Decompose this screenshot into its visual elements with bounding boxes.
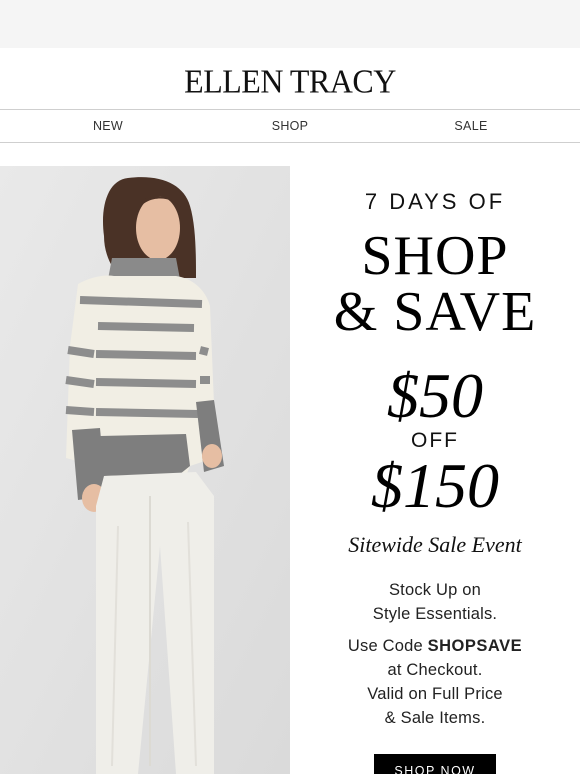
nav-bar: NEW SHOP SALE: [0, 110, 580, 143]
nav-item-new[interactable]: NEW: [93, 110, 123, 143]
code-line-1: Use Code SHOPSAVE: [290, 634, 580, 658]
code-line-2: at Checkout.: [387, 661, 483, 679]
valid-line-2: & Sale Items.: [384, 709, 486, 727]
promo-code: SHOPSAVE: [427, 637, 523, 655]
headline-save: & SAVE: [333, 281, 537, 343]
model-photo[interactable]: [0, 166, 290, 774]
discount-amount: $50: [387, 360, 483, 431]
valid-line-1: Valid on Full Price: [367, 685, 503, 703]
event-label: Sitewide Sale Event: [348, 532, 522, 557]
threshold-amount: $150: [371, 450, 499, 521]
shop-now-button[interactable]: SHOP NOW: [374, 754, 496, 774]
nav-item-sale[interactable]: SALE: [454, 110, 487, 143]
days-label: 7 DAYS OF: [364, 189, 506, 214]
promo-panel: 7 DAYS OF SHOP & SAVE $50 OFF $150 Sitew…: [290, 166, 580, 774]
stock-up-text: Stock Up on Style Essentials.: [290, 578, 580, 626]
promo-code-text: Use Code SHOPSAVE at Checkout. Valid on …: [290, 634, 580, 730]
headline-shop: SHOP: [361, 225, 509, 287]
code-prefix: Use Code: [347, 637, 428, 655]
email-header: ELLEN TRACY: [0, 48, 580, 110]
brand-logo[interactable]: ELLEN TRACY: [184, 62, 396, 101]
stock-line-1: Stock Up on: [388, 581, 482, 599]
top-strip: [0, 0, 580, 48]
nav-item-shop[interactable]: SHOP: [272, 110, 309, 143]
stock-line-2: Style Essentials.: [372, 605, 498, 623]
